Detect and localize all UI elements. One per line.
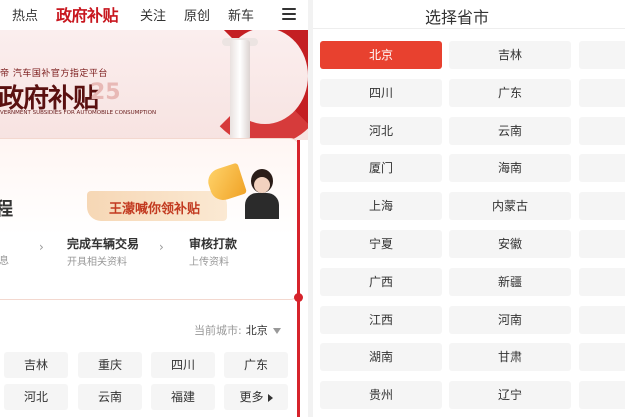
province-option[interactable]: 甘肃: [449, 343, 571, 371]
province-option[interactable]: 江西: [320, 306, 442, 334]
province-option[interactable]: 广东: [449, 79, 571, 107]
picker-header-divider: [313, 28, 625, 29]
province-option-clipped[interactable]: [579, 381, 625, 409]
province-option-clipped[interactable]: [579, 79, 625, 107]
more-cities-button[interactable]: 更多: [224, 384, 288, 410]
province-option-clipped[interactable]: [579, 117, 625, 145]
province-option[interactable]: 贵州: [320, 381, 442, 409]
province-option[interactable]: 海南: [449, 154, 571, 182]
scroll-indicator-line: [297, 140, 300, 417]
top-nav: 热点 政府补贴 关注 原创 新车: [0, 0, 310, 30]
menu-icon[interactable]: [282, 8, 296, 20]
province-option[interactable]: 湖南: [320, 343, 442, 371]
dropdown-arrow-icon: [272, 328, 281, 334]
card-title-fragment: 程: [0, 199, 13, 220]
province-picker: 选择省市 北京 吉林 四川 广东 河北 云南 厦门 海南 上海 内蒙古 宁夏 安徽 广西 新疆 江西 河南 湖南…: [313, 0, 625, 417]
promo-banner[interactable]: 王濛喊你领补贴: [87, 191, 227, 221]
province-option[interactable]: 厦门: [320, 154, 442, 182]
banner-year: 25: [90, 80, 121, 105]
spokesperson-avatar: [243, 169, 283, 219]
more-label: 更多: [239, 390, 264, 404]
chevron-right-icon: ›: [159, 240, 164, 254]
process-steps: 息 › 完成车辆交易 开具相关资料 › 审核打款 上传资料: [0, 232, 289, 272]
city-chip-chongqing[interactable]: 重庆: [78, 352, 142, 378]
city-chip-guangdong[interactable]: 广东: [224, 352, 288, 378]
province-option[interactable]: 上海: [320, 192, 442, 220]
province-option[interactable]: 宁夏: [320, 230, 442, 258]
nav-item-hot[interactable]: 热点: [12, 5, 38, 24]
province-option-clipped[interactable]: [579, 343, 625, 371]
play-arrow-icon: [267, 393, 273, 402]
scroll-indicator-dot[interactable]: [294, 293, 303, 302]
current-city-label: 当前城市:: [194, 324, 242, 337]
current-city-selector[interactable]: 当前城市: 北京: [194, 322, 281, 338]
step-1-desc: 息: [0, 256, 9, 267]
subsidy-page: 热点 政府补贴 关注 原创 新车 帝 汽车国补官方指定平台 政府补贴 25 VE…: [0, 0, 310, 417]
step-2-title: 完成车辆交易: [67, 237, 140, 251]
nav-item-original[interactable]: 原创: [184, 5, 210, 24]
province-option[interactable]: 四川: [320, 79, 442, 107]
province-option-clipped[interactable]: [579, 306, 625, 334]
province-option[interactable]: 新疆: [449, 268, 571, 296]
ribbon-decoration: [200, 30, 310, 140]
province-option-clipped[interactable]: [579, 230, 625, 258]
province-option-clipped[interactable]: [579, 268, 625, 296]
chevron-right-icon: ›: [39, 240, 44, 254]
banner-english: VERNMENT SUBSIDIES FOR AUTOMOBILE CONSUM…: [0, 110, 157, 116]
city-chip-sichuan[interactable]: 四川: [151, 352, 215, 378]
current-city-value: 北京: [245, 324, 268, 337]
nav-item-new-car[interactable]: 新车: [228, 5, 254, 24]
province-option-clipped[interactable]: [579, 154, 625, 182]
picker-title: 选择省市: [424, 8, 489, 27]
step-3-title: 审核打款: [189, 237, 238, 251]
subsidy-banner: 帝 汽车国补官方指定平台 政府补贴 25 VERNMENT SUBSIDIES …: [0, 30, 310, 140]
city-chip-yunnan[interactable]: 云南: [78, 384, 142, 410]
province-option[interactable]: 吉林: [449, 41, 571, 69]
province-option[interactable]: 广西: [320, 268, 442, 296]
province-option[interactable]: 安徽: [449, 230, 571, 258]
city-chip-hebei[interactable]: 河北: [4, 384, 68, 410]
province-option[interactable]: 河南: [449, 306, 571, 334]
province-option-clipped[interactable]: [579, 192, 625, 220]
promo-text: 王濛喊你领补贴: [109, 202, 201, 217]
step-2-desc: 开具相关资料: [67, 257, 127, 268]
city-chip-jilin[interactable]: 吉林: [4, 352, 68, 378]
app-root: 热点 政府补贴 关注 原创 新车 帝 汽车国补官方指定平台 政府补贴 25 VE…: [0, 0, 625, 417]
nav-item-subsidy[interactable]: 政府补贴: [56, 2, 119, 26]
province-option[interactable]: 辽宁: [449, 381, 571, 409]
province-option[interactable]: 河北: [320, 117, 442, 145]
pillar-decoration: [230, 40, 250, 140]
city-chip-fujian[interactable]: 福建: [151, 384, 215, 410]
step-3-desc: 上传资料: [189, 257, 229, 268]
nav-item-follow[interactable]: 关注: [140, 5, 166, 24]
province-option[interactable]: 内蒙古: [449, 192, 571, 220]
province-option[interactable]: 云南: [449, 117, 571, 145]
province-option[interactable]: 北京: [320, 41, 442, 69]
province-option-clipped[interactable]: [579, 41, 625, 69]
process-card: 程 王濛喊你领补贴 息 › 完成车辆交易 开具相关资料 › 审核打款 上传资料: [0, 138, 300, 300]
